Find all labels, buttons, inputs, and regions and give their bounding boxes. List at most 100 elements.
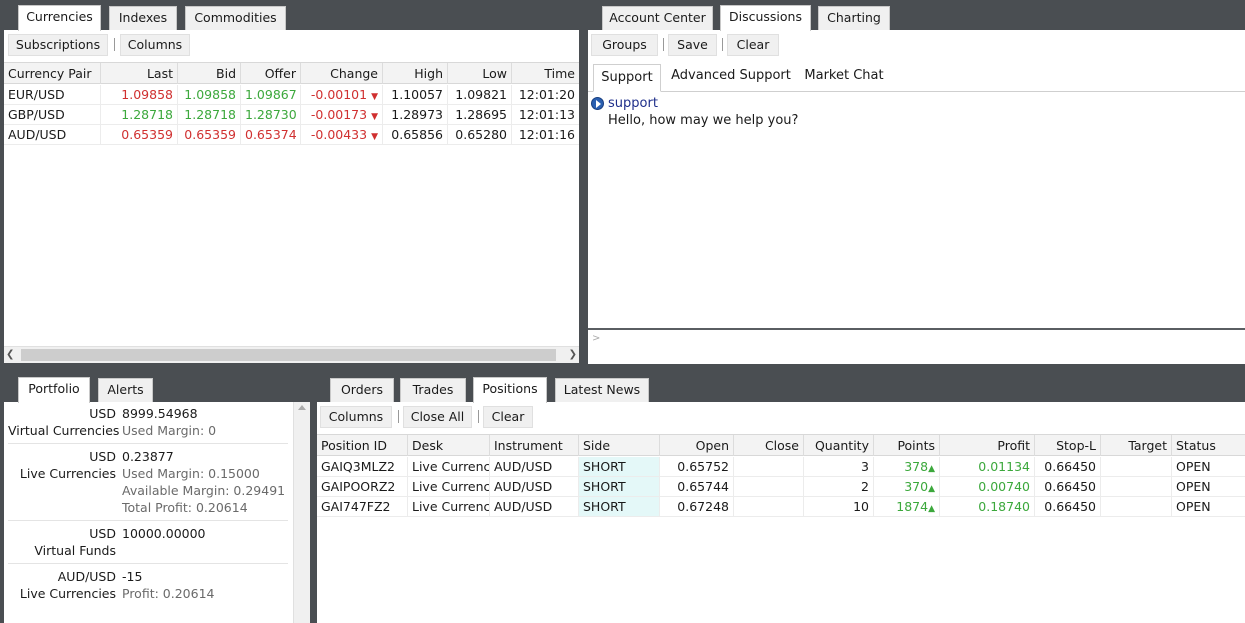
col-high[interactable]: High	[383, 63, 448, 84]
horizontal-scrollbar[interactable]: ❮ ❯	[4, 346, 579, 363]
tab-charting[interactable]: Charting	[818, 6, 890, 30]
pf-separator	[8, 520, 288, 521]
tab-latest-news[interactable]: Latest News	[555, 378, 649, 402]
cell-change: -0.00173 ▼	[301, 105, 383, 124]
pf-desk-label: Live Currencies	[19, 466, 116, 481]
col-offer[interactable]: Offer	[241, 63, 301, 84]
tab-indexes[interactable]: Indexes	[109, 6, 177, 30]
tab-currencies[interactable]: Currencies	[18, 5, 101, 31]
cell-points: 1874▲	[874, 497, 940, 516]
points-value: 378	[904, 459, 929, 474]
subtab-market-chat[interactable]: Market Chat	[804, 64, 884, 90]
positions-panel: Orders Trades Positions Latest News Colu…	[314, 372, 1245, 623]
pf-detail: Used Margin: 0	[122, 423, 217, 438]
cell-pair: EUR/USD	[4, 85, 101, 104]
pf-value: 8999.54968	[122, 406, 198, 421]
positions-toolbar: Columns Close All Clear	[317, 402, 1245, 430]
table-row[interactable]: EUR/USD 1.09858 1.09858 1.09867 -0.00101…	[4, 85, 579, 105]
cell-profit: 0.18740	[940, 497, 1035, 516]
portfolio-tabbar: Portfolio Alerts	[0, 372, 312, 403]
message-sender: support	[608, 96, 658, 111]
clear-button[interactable]: Clear	[483, 406, 533, 428]
col-change[interactable]: Change	[301, 63, 383, 84]
cell-side: SHORT	[579, 497, 660, 516]
scroll-right-icon[interactable]: ❯	[565, 350, 577, 360]
cell-offer: 1.09867	[241, 85, 301, 104]
cell-bid: 1.28718	[178, 105, 241, 124]
columns-button[interactable]: Columns	[120, 34, 190, 56]
scroll-up-icon[interactable]	[298, 405, 306, 410]
pf-desk-label: Virtual Funds	[34, 543, 116, 558]
subscriptions-button[interactable]: Subscriptions	[8, 34, 108, 56]
groups-button[interactable]: Groups	[591, 34, 658, 56]
col-points[interactable]: Points	[874, 435, 940, 456]
col-status[interactable]: Status	[1172, 435, 1245, 456]
col-quantity[interactable]: Quantity	[804, 435, 874, 456]
input-prompt: >	[592, 333, 601, 344]
cell-high: 1.10057	[383, 85, 448, 104]
tab-discussions[interactable]: Discussions	[720, 5, 811, 31]
col-time[interactable]: Time	[512, 63, 579, 84]
cell-close	[734, 457, 804, 476]
col-open[interactable]: Open	[660, 435, 734, 456]
cell-open: 0.65744	[660, 477, 734, 496]
portfolio-panel: Portfolio Alerts USD 8999.54968 Virtual …	[0, 372, 312, 623]
arrow-up-icon: ▲	[928, 464, 935, 474]
col-bid[interactable]: Bid	[178, 63, 241, 84]
scroll-left-icon[interactable]: ❮	[6, 350, 18, 360]
discussions-tabbar: Account Center Discussions Charting	[584, 0, 1245, 31]
subtab-support[interactable]: Support	[593, 64, 661, 92]
pf-detail: Used Margin: 0.15000	[122, 466, 260, 481]
cell-instrument: AUD/USD	[490, 477, 579, 496]
chat-input[interactable]: >	[588, 330, 1245, 364]
cell-desk: Live Currencies	[408, 457, 490, 476]
col-target[interactable]: Target	[1101, 435, 1172, 456]
table-row[interactable]: GAI747FZ2 Live Currencies AUD/USD SHORT …	[317, 497, 1245, 517]
arrow-down-icon: ▼	[371, 132, 378, 142]
save-button[interactable]: Save	[668, 34, 717, 56]
col-instrument[interactable]: Instrument	[490, 435, 579, 456]
tab-commodities[interactable]: Commodities	[185, 6, 286, 30]
cell-last: 0.65359	[101, 125, 178, 144]
tab-portfolio[interactable]: Portfolio	[18, 377, 90, 403]
subtab-advanced-support[interactable]: Advanced Support	[671, 64, 791, 90]
table-row[interactable]: AUD/USD 0.65359 0.65359 0.65374 -0.00433…	[4, 125, 579, 145]
cell-stop-loss: 0.66450	[1035, 457, 1101, 476]
cell-open: 0.67248	[660, 497, 734, 516]
points-value: 1874	[896, 499, 929, 514]
table-row[interactable]: GAIPOORZ2 Live Currencies AUD/USD SHORT …	[317, 477, 1245, 497]
columns-button[interactable]: Columns	[320, 406, 392, 428]
scrollbar-thumb[interactable]	[21, 349, 556, 361]
clear-button[interactable]: Clear	[727, 34, 779, 56]
table-row[interactable]: GBP/USD 1.28718 1.28718 1.28730 -0.00173…	[4, 105, 579, 125]
toolbar-separator	[398, 410, 399, 423]
tab-alerts[interactable]: Alerts	[98, 378, 153, 402]
tab-positions[interactable]: Positions	[473, 377, 547, 403]
cell-quantity: 2	[804, 477, 874, 496]
market-table-header: Currency Pair Last Bid Offer Change High…	[4, 62, 579, 84]
cell-side: SHORT	[579, 457, 660, 476]
market-toolbar: Subscriptions Columns	[4, 30, 579, 58]
tab-account-center[interactable]: Account Center	[602, 6, 713, 30]
col-position-id[interactable]: Position ID	[317, 435, 408, 456]
table-row[interactable]: GAIQ3MLZ2 Live Currencies AUD/USD SHORT …	[317, 457, 1245, 477]
cell-quantity: 10	[804, 497, 874, 516]
cell-offer: 1.28730	[241, 105, 301, 124]
col-last[interactable]: Last	[101, 63, 178, 84]
tab-orders[interactable]: Orders	[330, 378, 394, 402]
market-tabbar: Currencies Indexes Commodities	[0, 0, 582, 31]
cell-position-id: GAI747FZ2	[317, 497, 408, 516]
col-stop-loss[interactable]: Stop-L	[1035, 435, 1101, 456]
close-all-button[interactable]: Close All	[403, 406, 472, 428]
tab-trades[interactable]: Trades	[400, 378, 466, 402]
cell-low: 0.65280	[448, 125, 512, 144]
col-desk[interactable]: Desk	[408, 435, 490, 456]
col-low[interactable]: Low	[448, 63, 512, 84]
col-profit[interactable]: Profit	[940, 435, 1035, 456]
col-close[interactable]: Close	[734, 435, 804, 456]
vertical-scrollbar[interactable]	[293, 402, 310, 623]
col-currency-pair[interactable]: Currency Pair	[4, 63, 101, 84]
cell-target	[1101, 457, 1172, 476]
cell-status: OPEN	[1176, 479, 1211, 494]
col-side[interactable]: Side	[579, 435, 660, 456]
